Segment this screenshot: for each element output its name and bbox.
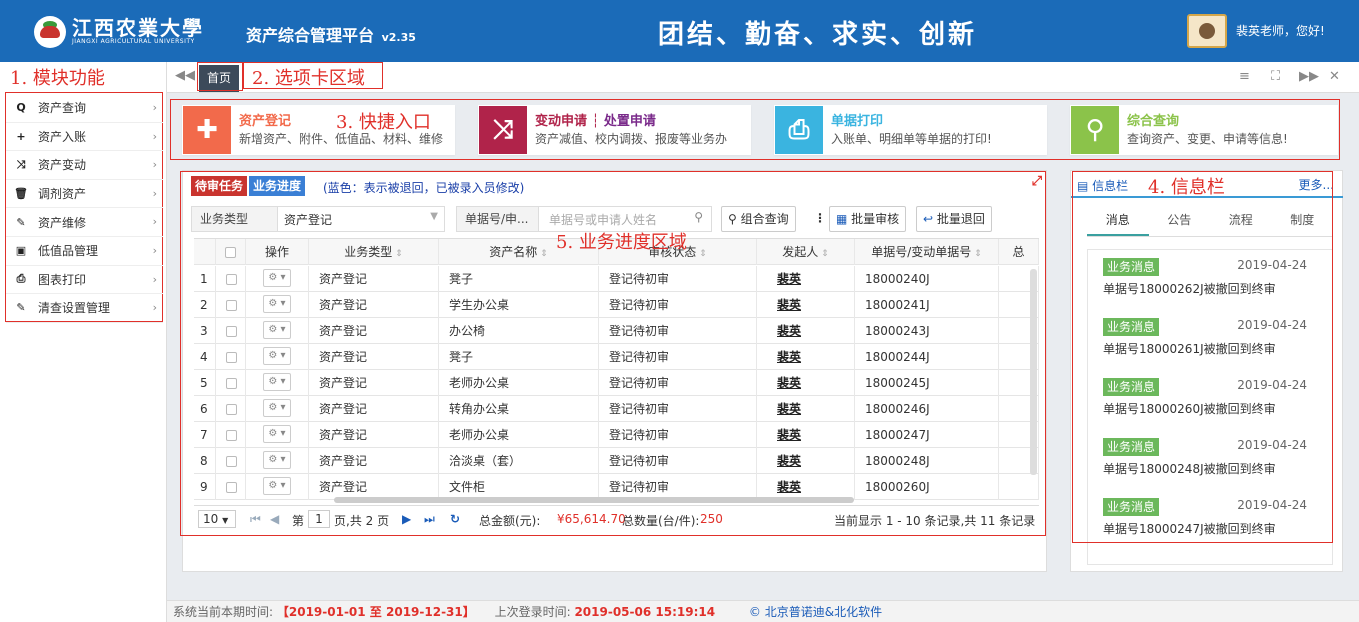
shuffle-icon: ⤨ [16, 157, 26, 171]
app-version: v2.35 [381, 31, 416, 44]
plus-icon: ✚ [183, 106, 231, 154]
motto: 团结、勤奋、求实、创新 [658, 20, 978, 50]
sidebar-item-label: 调剂资产 [38, 187, 87, 202]
quick-desc: 入账单、明细单等单据的打印! [831, 132, 992, 146]
scroll-right-icon[interactable]: ▶▶ [1299, 69, 1319, 84]
top-header: 江西农業大學 JIANGXI AGRICULTURAL UNIVERSITY 资… [0, 0, 1359, 62]
last-login-label: 上次登录时间: [494, 605, 571, 619]
period-label: 系统当前本期时间: [173, 605, 274, 619]
chevron-right-icon: › [152, 243, 157, 257]
sidebar-item-7[interactable]: ✎ 清查设置管理 › [6, 294, 163, 323]
annotation-tabs: 2. 选项卡区域 [252, 68, 365, 89]
logo-chinese: 江西农業大學 [72, 16, 204, 40]
sidebar-item-5[interactable]: ▣ 低值品管理 › [6, 237, 163, 266]
search-icon: ⚲ [1071, 106, 1119, 154]
plus-icon: + [16, 129, 26, 143]
quick-print[interactable]: ⎙ 单据打印入账单、明细单等单据的打印! [774, 105, 1047, 155]
period-value: 【2019-01-01 至 2019-12-31】 [276, 605, 475, 619]
sidebar-menu: Q 资产查询 › + 资产入账 › ⤨ 资产变动 › 🗑 调剂资产 › ✎ 资产维修 › ▣ 低值品管理 › ⎙ 图表… [6, 94, 163, 323]
quick-title: 单据打印 [831, 114, 884, 129]
sidebar-item-4[interactable]: ✎ 资产维修 › [6, 208, 163, 237]
chevron-right-icon: › [152, 301, 157, 315]
sidebar-item-label: 清查设置管理 [38, 301, 111, 316]
quick-title: 综合查询 [1127, 114, 1180, 129]
annotation-progress: 5. 业务进度区域 [556, 232, 687, 253]
sidebar-item-label: 资产查询 [38, 101, 87, 116]
university-logo: 江西农業大學 JIANGXI AGRICULTURAL UNIVERSITY [34, 16, 204, 48]
sidebar-item-label: 资产入账 [38, 129, 87, 144]
sidebar-item-0[interactable]: Q 资产查询 › [6, 94, 163, 123]
copyright[interactable]: © 北京普诺迪&北化软件 [749, 605, 882, 619]
chevron-right-icon: › [152, 272, 157, 286]
chevron-right-icon: › [152, 129, 157, 143]
search-icon: Q [16, 101, 26, 115]
annotation-module: 1. 模块功能 [10, 68, 105, 89]
app-title-text: 资产综合管理平台 [246, 26, 375, 45]
sidebar-item-6[interactable]: ⎙ 图表打印 › [6, 266, 163, 295]
chevron-right-icon: › [152, 101, 157, 114]
fullscreen-icon[interactable]: ⛶ [1271, 69, 1280, 84]
quick-desc: 资产减值、校内调拨、报废等业务办 [535, 132, 728, 146]
sidebar-item-label: 资产变动 [38, 158, 87, 173]
print-icon: ⎙ [775, 106, 823, 154]
sidebar-item-2[interactable]: ⤨ 资产变动 › [6, 151, 163, 180]
university-emblem-icon [34, 16, 66, 48]
sidebar-item-3[interactable]: 🗑 调剂资产 › [6, 180, 163, 209]
sidebar-item-label: 低值品管理 [38, 244, 99, 259]
annotation-box-home [197, 62, 243, 91]
user-greeting[interactable]: 裴英老师，您好! [1236, 22, 1325, 39]
sidebar-item-label: 图表打印 [38, 272, 87, 287]
menu-icon[interactable]: ≡ [1239, 69, 1250, 84]
quick-title[interactable]: 变动申请 [535, 114, 587, 129]
annotation-box-progress [180, 171, 1046, 536]
wrench-icon: ✎ [16, 215, 26, 229]
sidebar-item-label: 资产维修 [38, 215, 87, 230]
separator: ┆ [591, 114, 600, 129]
avatar[interactable] [1187, 14, 1227, 48]
quick-query[interactable]: ⚲ 综合查询查询资产、变更、申请等信息! [1070, 105, 1338, 155]
chevron-right-icon: › [152, 215, 157, 229]
status-footer: 系统当前本期时间: 【2019-01-01 至 2019-12-31】 上次登录… [167, 600, 1359, 622]
quick-title-2[interactable]: 处置申请 [604, 114, 656, 129]
chevron-right-icon: › [152, 186, 157, 200]
chevron-right-icon: › [152, 158, 157, 172]
quick-desc: 查询资产、变更、申请等信息! [1127, 132, 1288, 146]
shuffle-icon: ⤨ [479, 106, 527, 154]
logo-english: JIANGXI AGRICULTURAL UNIVERSITY [72, 38, 195, 45]
sidebar-item-1[interactable]: + 资产入账 › [6, 123, 163, 152]
last-login-value: 2019-05-06 15:19:14 [574, 605, 716, 619]
annotation-box-info [1072, 171, 1333, 543]
money-icon: ▣ [15, 244, 27, 258]
close-icon[interactable]: ✕ [1329, 69, 1340, 84]
trash-icon: 🗑 [14, 187, 28, 201]
scroll-left-icon[interactable]: ◀◀ [175, 68, 195, 83]
edit-icon: ✎ [16, 301, 26, 315]
quick-change-apply[interactable]: ⤨ 变动申请 ┆ 处置申请资产减值、校内调拨、报废等业务办 [478, 105, 751, 155]
app-title: 资产综合管理平台 v2.35 [246, 22, 416, 46]
annotation-quick: 3. 快捷入口 [336, 112, 431, 133]
annotation-info: 4. 信息栏 [1148, 177, 1225, 198]
print-icon: ⎙ [16, 272, 26, 286]
